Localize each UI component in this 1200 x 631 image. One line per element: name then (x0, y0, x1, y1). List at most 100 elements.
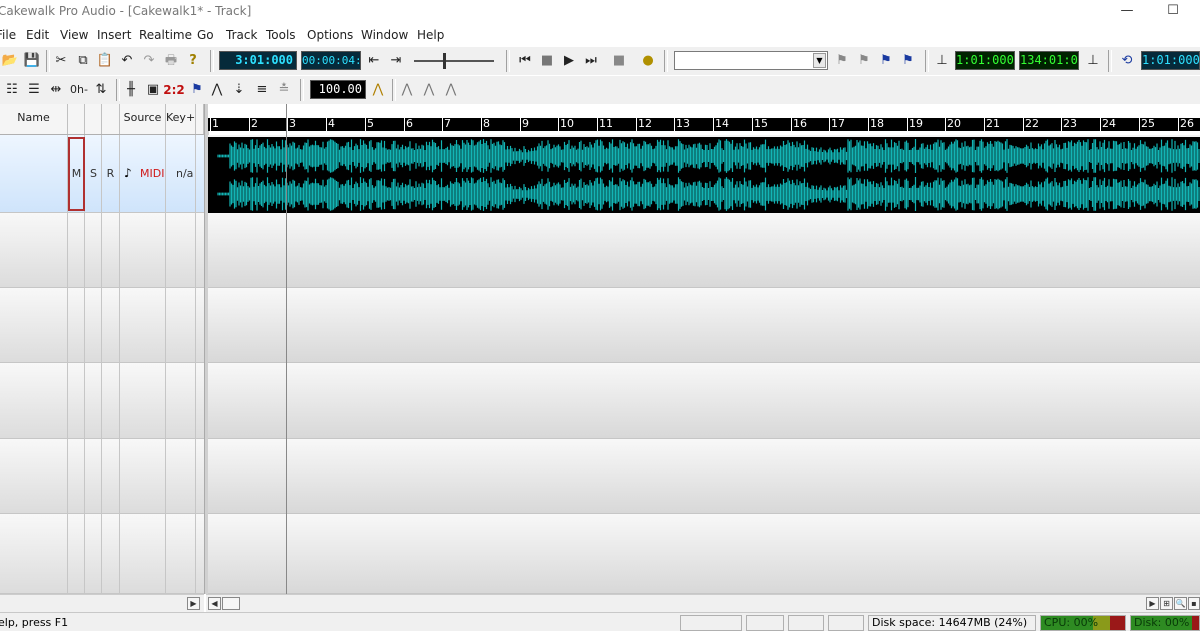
from-time-display[interactable]: 1:01:000 (955, 51, 1015, 70)
scroll-right-icon[interactable]: ▶ (187, 597, 200, 610)
chevron-down-icon[interactable]: ▼ (813, 53, 826, 68)
track-row-5[interactable] (0, 439, 204, 514)
faders-icon[interactable]: ≛ (274, 79, 294, 101)
record-cell[interactable] (102, 514, 120, 593)
zoom-out-icon[interactable]: ▪ (1188, 597, 1200, 610)
key-cell[interactable] (166, 213, 196, 287)
position-slider-track[interactable] (414, 60, 494, 62)
key-cell[interactable] (166, 439, 196, 513)
source-cell[interactable] (120, 363, 166, 438)
menu-edit[interactable]: Edit (26, 28, 49, 42)
track-pane-scrollbar[interactable]: ▶ (0, 594, 204, 612)
paste-icon[interactable]: 📋 (95, 50, 115, 72)
menu-go[interactable]: Go (197, 28, 214, 42)
mute-cell[interactable] (68, 213, 85, 287)
clip-lane-1[interactable] (208, 135, 1200, 213)
menu-view[interactable]: View (60, 28, 88, 42)
mute-cell[interactable] (68, 363, 85, 438)
smpte-time-display[interactable]: 00:00:04:24 (301, 51, 361, 70)
scroll-thumb[interactable] (222, 597, 240, 610)
clip-lane-4[interactable] (208, 363, 1200, 439)
column-more-header[interactable] (196, 104, 204, 134)
source-cell[interactable] (120, 213, 166, 287)
key-cell[interactable] (166, 288, 196, 362)
track-name-cell[interactable] (0, 439, 68, 513)
event-list-icon[interactable]: ⇅ (91, 79, 111, 101)
column-name-header[interactable]: Name (0, 104, 68, 134)
tempo-double-icon[interactable]: ⋀ (441, 79, 461, 101)
offset-button[interactable]: 0h- (68, 79, 90, 101)
record-cell[interactable] (102, 288, 120, 362)
menu-help[interactable]: Help (417, 28, 444, 42)
mute-cell[interactable] (68, 288, 85, 362)
clip-lane-5[interactable] (208, 439, 1200, 514)
column-source-header[interactable]: Source (120, 104, 166, 134)
go-to-end-icon[interactable]: ⏭ (581, 50, 601, 72)
open-icon[interactable]: 📂 (0, 50, 20, 72)
record-cell[interactable] (102, 439, 120, 513)
solo-cell[interactable] (85, 363, 102, 438)
tempo-half-icon[interactable]: ⋀ (397, 79, 417, 101)
source-cell[interactable] (120, 439, 166, 513)
track-row-3[interactable] (0, 288, 204, 363)
track-name-cell[interactable] (0, 135, 68, 212)
piano-roll-icon[interactable]: ⇹ (46, 79, 66, 101)
forward-marker-icon[interactable]: ⇥ (386, 50, 406, 72)
print-icon[interactable]: 🖶 (161, 50, 181, 72)
menu-window[interactable]: Window (361, 28, 408, 42)
solo-cell[interactable] (85, 213, 102, 287)
track-row-1[interactable]: M S R ♪ MIDI n/a (0, 135, 204, 213)
play-icon[interactable]: ▶ (559, 50, 579, 72)
tempo-ratio-icon[interactable]: ⋀ (368, 79, 388, 101)
zoom-icon[interactable]: 🔍 (1174, 597, 1187, 610)
record-arm-button[interactable]: R (103, 137, 118, 211)
tempo-normal-icon[interactable]: ⋀ (419, 79, 439, 101)
clips-pane-scrollbar[interactable]: ◀ ▶ ⊞ 🔍 ▪ (206, 594, 1200, 612)
now-time-display[interactable]: 3:01:000 (219, 51, 297, 70)
clip-lane-3[interactable] (208, 288, 1200, 363)
position-slider-thumb[interactable] (443, 53, 446, 69)
tempo-display[interactable]: 100.00 (310, 80, 366, 99)
scroll-right-icon[interactable]: ▶ (1146, 597, 1159, 610)
cut-icon[interactable]: ✂ (51, 50, 71, 72)
undo-icon[interactable]: ↶ (117, 50, 137, 72)
track-view-icon[interactable]: ☷ (2, 79, 22, 101)
maximize-button[interactable]: ☐ (1150, 0, 1196, 24)
help-icon[interactable]: ? (183, 50, 203, 72)
key-cell[interactable] (166, 363, 196, 438)
stop-small-icon[interactable]: ■ (537, 50, 557, 72)
track-name-cell[interactable] (0, 514, 68, 593)
marker-view-icon[interactable]: ⚑ (187, 79, 207, 101)
menu-insert[interactable]: Insert (97, 28, 131, 42)
solo-cell[interactable] (85, 514, 102, 593)
track-row-2[interactable] (0, 213, 204, 288)
lyrics-icon[interactable]: ≡ (252, 79, 272, 101)
column-key-header[interactable]: Key+ (166, 104, 196, 134)
menu-track[interactable]: Track (226, 28, 257, 42)
tempo-view-icon[interactable]: ⋀ (207, 79, 227, 101)
ruler-marker-area[interactable] (208, 104, 1200, 118)
thru-marker-icon[interactable]: ⊥ (1083, 50, 1103, 72)
now-time-cursor[interactable] (286, 104, 287, 594)
menu-realtime[interactable]: Realtime (139, 28, 192, 42)
menu-options[interactable]: Options (307, 28, 353, 42)
mute-cell[interactable] (68, 439, 85, 513)
key-cell[interactable] (166, 514, 196, 593)
column-solo-header[interactable] (85, 104, 102, 134)
minimize-button[interactable]: — (1104, 0, 1150, 24)
thru-time-display[interactable]: 134:01:039 (1019, 51, 1079, 70)
time-ruler[interactable]: 1 2 3 4 5 6 7 8 9 10 11 12 13 14 15 16 17 18 19 20 21 22 23 24 2… (208, 117, 1200, 131)
clip-lane-6[interactable] (208, 514, 1200, 594)
track-name-cell[interactable] (0, 213, 68, 287)
source-cell[interactable] (120, 288, 166, 362)
rewind-marker-icon[interactable]: ⇤ (364, 50, 384, 72)
from-marker-icon[interactable]: ⊥ (932, 50, 952, 72)
menu-tools[interactable]: Tools (266, 28, 296, 42)
track-name-cell[interactable] (0, 363, 68, 438)
marker-prev-icon[interactable]: ⚑ (832, 50, 852, 72)
menu-file[interactable]: File (0, 28, 16, 42)
record-cell[interactable] (102, 213, 120, 287)
go-to-start-icon[interactable]: ⏮ (515, 50, 535, 72)
zoom-fit-icon[interactable]: ⊞ (1160, 597, 1173, 610)
track-row-4[interactable] (0, 363, 204, 439)
